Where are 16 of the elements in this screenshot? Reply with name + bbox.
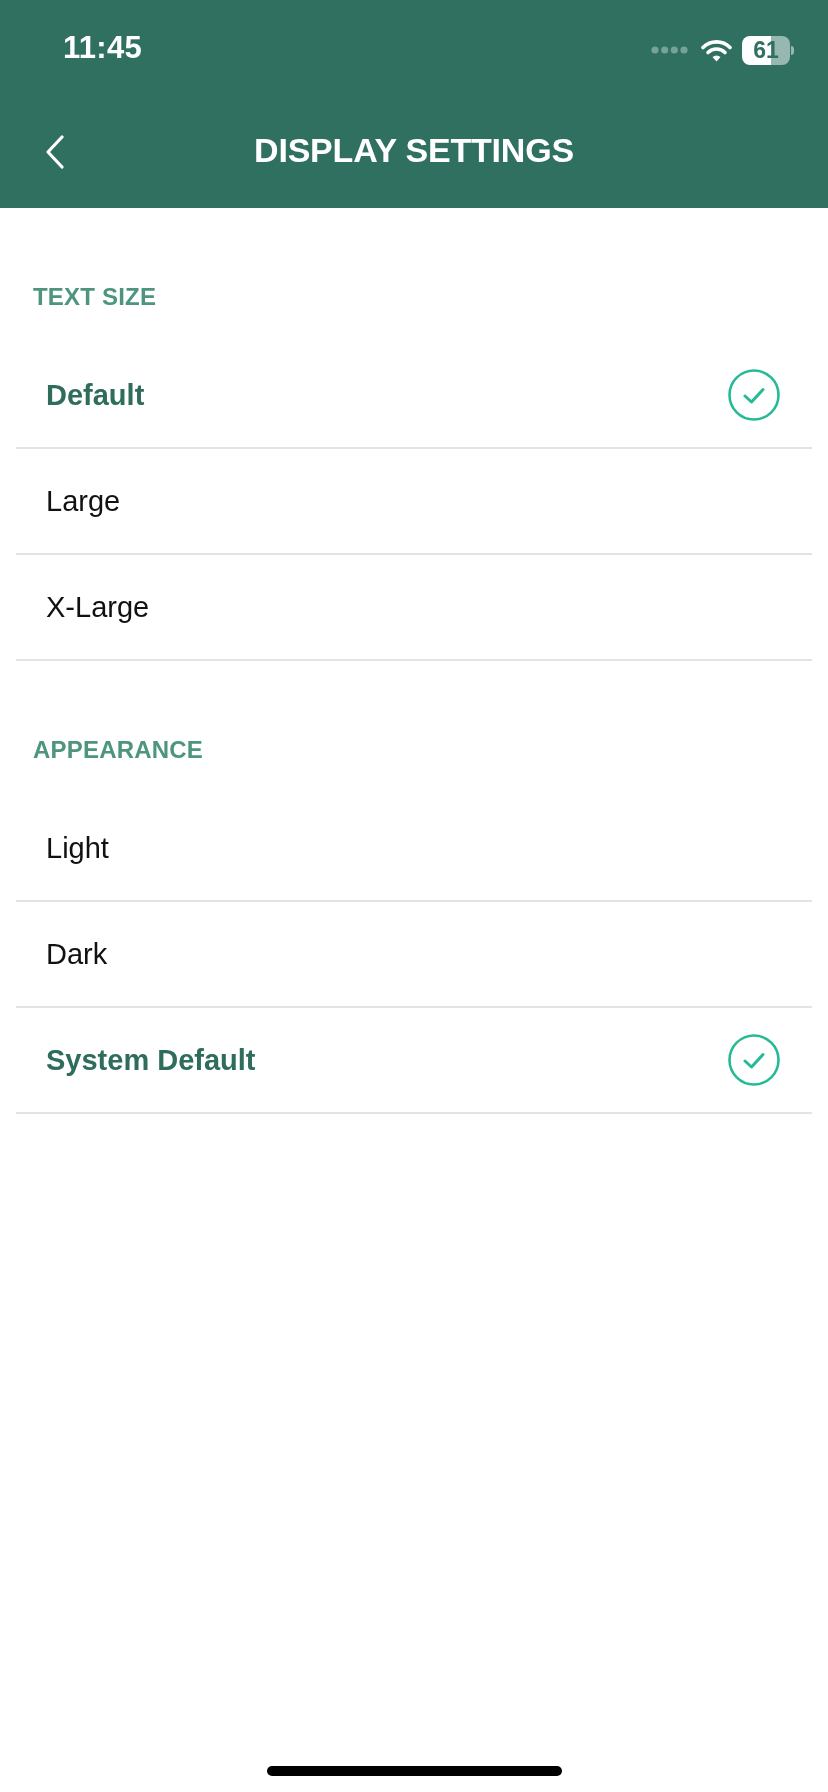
setting-option[interactable]: Dark [16,902,812,1008]
setting-option[interactable]: Large [16,449,812,555]
back-chevron-icon [45,135,65,169]
wifi-icon [701,38,732,62]
signal-icon [651,46,688,54]
battery-indicator: 61 [742,35,794,65]
setting-option[interactable]: X-Large [16,555,812,661]
status-time: 11:45 [63,30,143,66]
setting-option[interactable]: Default [16,343,812,449]
screen-title: DISPLAY SETTINGS [254,130,574,171]
section-header: TEXT SIZE [33,282,157,312]
checkmark-circle-icon [728,1034,780,1086]
checkmark-circle-icon [728,369,780,421]
setting-option[interactable]: Light [16,796,812,902]
setting-option[interactable]: System Default [16,1008,812,1114]
section-header: APPEARANCE [33,735,204,765]
